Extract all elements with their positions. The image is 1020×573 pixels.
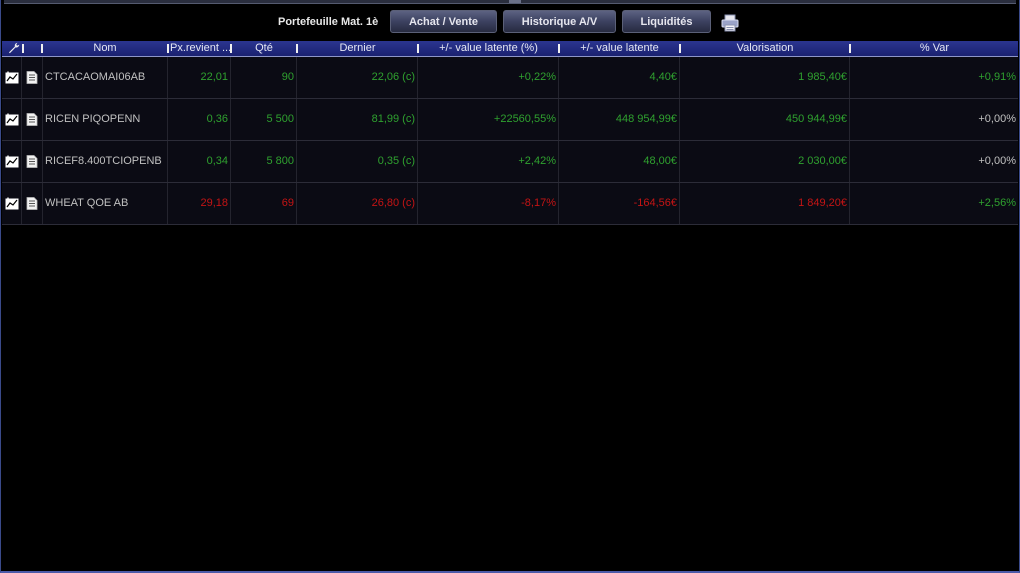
buy-sell-button[interactable]: Achat / Vente xyxy=(390,10,497,33)
chart-cell xyxy=(2,141,22,182)
column-header-quantity[interactable]: Qté xyxy=(232,41,296,56)
document-cell xyxy=(22,99,43,140)
column-separator[interactable] xyxy=(22,44,24,53)
toolbar: Portefeuille Mat. 1è Achat / Vente Histo… xyxy=(0,10,1020,34)
unrealized-value: 48,00€ xyxy=(559,141,680,182)
cost-price: 29,18 xyxy=(168,183,231,224)
unrealized-pct: +2,42% xyxy=(418,141,559,182)
change-pct: +0,00% xyxy=(978,155,1016,167)
unrealized-value: 4,40€ xyxy=(559,57,680,98)
scrollbar-grip[interactable] xyxy=(509,0,521,3)
document-icon[interactable] xyxy=(26,71,38,84)
position-name: RICEF8.400TCIOPENB xyxy=(43,141,168,182)
valuation: 1 985,40€ xyxy=(680,57,850,98)
quantity: 90 xyxy=(231,57,297,98)
cash-button[interactable]: Liquidités xyxy=(622,10,711,33)
printer-icon[interactable] xyxy=(720,14,740,32)
portfolio-title: Portefeuille Mat. 1è xyxy=(278,16,379,28)
valuation: 1 849,20€ xyxy=(680,183,850,224)
valuation: 450 944,99€ xyxy=(680,99,850,140)
column-header-unrealized[interactable]: +/- value latente xyxy=(560,41,679,56)
chart-add-icon[interactable] xyxy=(5,71,19,84)
top-scrollbar[interactable] xyxy=(4,0,1016,4)
unrealized-pct: +22560,55% xyxy=(418,99,559,140)
table-row[interactable]: RICEN PIQOPENN 0,36 5 500 81,99 (c) +225… xyxy=(2,99,1018,141)
table-row[interactable]: WHEAT QOE AB 29,18 69 26,80 (c) -8,17% -… xyxy=(2,183,1018,225)
document-cell xyxy=(22,183,43,224)
cost-price: 0,34 xyxy=(168,141,231,182)
column-header-last[interactable]: Dernier xyxy=(298,41,417,56)
chart-add-icon[interactable] xyxy=(5,113,19,126)
document-cell xyxy=(22,141,43,182)
quantity: 5 800 xyxy=(231,141,297,182)
trade-history-button[interactable]: Historique A/V xyxy=(503,10,616,33)
column-header-cost-price[interactable]: Px.revient ... xyxy=(169,41,230,56)
table-row[interactable]: RICEF8.400TCIOPENB 0,34 5 800 0,35 (c) +… xyxy=(2,141,1018,183)
unrealized-pct: +0,22% xyxy=(418,57,559,98)
chart-add-icon[interactable] xyxy=(5,155,19,168)
quantity: 69 xyxy=(231,183,297,224)
change-pct: +0,00% xyxy=(978,113,1016,125)
wrench-icon[interactable] xyxy=(8,42,20,54)
unrealized-value: 448 954,99€ xyxy=(559,99,680,140)
last-price: 81,99 (c) xyxy=(297,99,418,140)
chart-add-icon[interactable] xyxy=(5,197,19,210)
quantity: 5 500 xyxy=(231,99,297,140)
document-icon[interactable] xyxy=(26,197,38,210)
column-header-unrealized-pct[interactable]: +/- value latente (%) xyxy=(419,41,558,56)
last-price: 0,35 (c) xyxy=(297,141,418,182)
document-cell xyxy=(22,57,43,98)
column-header-change-pct[interactable]: % Var xyxy=(851,41,1018,56)
table-row[interactable]: CTCACAOMAI06AB 22,01 90 22,06 (c) +0,22%… xyxy=(2,57,1018,99)
unrealized-value: -164,56€ xyxy=(559,183,680,224)
cost-price: 0,36 xyxy=(168,99,231,140)
chart-cell xyxy=(2,99,22,140)
change-pct: +2,56% xyxy=(978,197,1016,209)
column-header-valuation[interactable]: Valorisation xyxy=(681,41,849,56)
document-icon[interactable] xyxy=(26,155,38,168)
cost-price: 22,01 xyxy=(168,57,231,98)
last-price: 22,06 (c) xyxy=(297,57,418,98)
change-pct: +0,91% xyxy=(978,71,1016,83)
position-name: CTCACAOMAI06AB xyxy=(43,57,168,98)
chart-cell xyxy=(2,183,22,224)
position-name: RICEN PIQOPENN xyxy=(43,99,168,140)
document-icon[interactable] xyxy=(26,113,38,126)
last-price: 26,80 (c) xyxy=(297,183,418,224)
table-header: Nom Px.revient ... Qté Dernier +/- value… xyxy=(2,41,1018,57)
valuation: 2 030,00€ xyxy=(680,141,850,182)
position-name: WHEAT QOE AB xyxy=(43,183,168,224)
unrealized-pct: -8,17% xyxy=(418,183,559,224)
chart-cell xyxy=(2,57,22,98)
column-header-name[interactable]: Nom xyxy=(43,41,167,56)
